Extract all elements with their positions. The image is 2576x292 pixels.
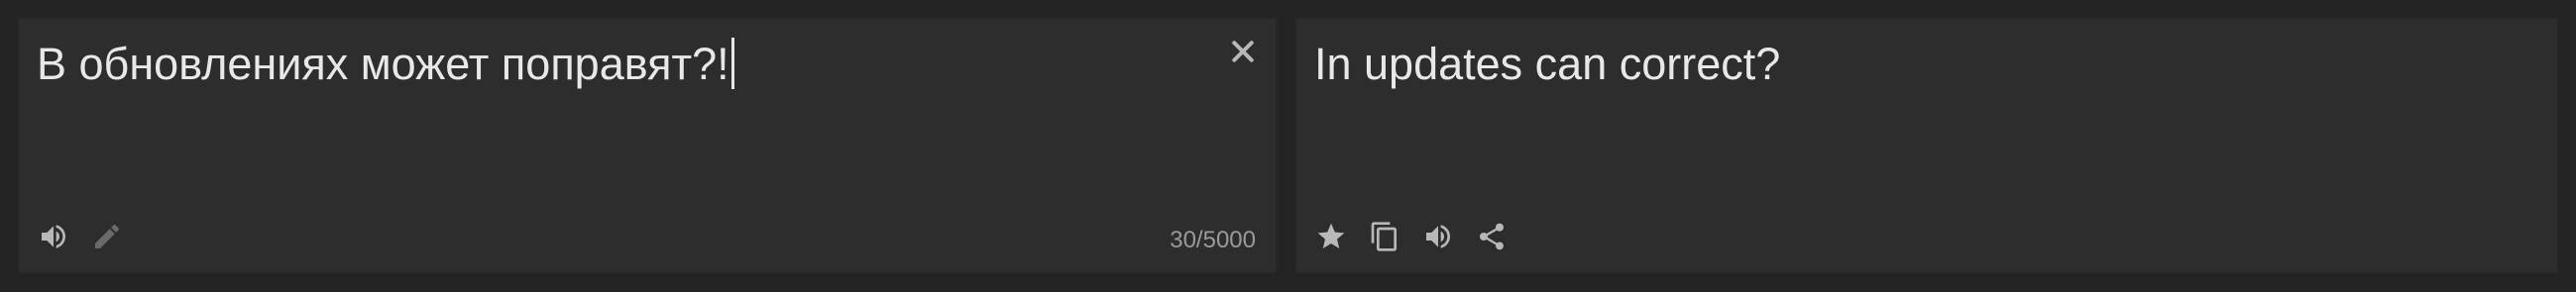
source-text: В обновлениях может поправят?! (37, 39, 729, 89)
text-caret (730, 38, 734, 89)
copy-translation-button[interactable] (1366, 218, 1403, 255)
speaker-icon (42, 225, 65, 248)
copy-icon (1371, 222, 1397, 251)
translation-text: In updates can correct? (1314, 39, 1781, 89)
character-counter: 30/5000 (1170, 227, 1256, 253)
close-icon (1232, 41, 1254, 62)
share-icon (1480, 223, 1504, 250)
edit-button[interactable] (88, 218, 126, 255)
source-panel: В обновлениях может поправят?! 30/5000 (17, 17, 1278, 274)
speaker-icon (1426, 225, 1450, 248)
clear-button[interactable] (1228, 37, 1258, 66)
listen-translation-button[interactable] (1419, 218, 1457, 255)
source-toolbar (35, 217, 126, 256)
target-toolbar (1312, 217, 1511, 256)
listen-source-button[interactable] (35, 218, 72, 255)
pencil-icon (95, 224, 120, 248)
star-icon (1317, 223, 1345, 248)
translate-widget: В обновлениях может поправят?! 30/5000 I… (0, 0, 2576, 292)
target-panel: In updates can correct? (1294, 17, 2559, 274)
share-translation-button[interactable] (1473, 218, 1511, 255)
source-text-input[interactable]: В обновлениях может поправят?! (37, 35, 734, 94)
save-translation-button[interactable] (1312, 218, 1350, 255)
